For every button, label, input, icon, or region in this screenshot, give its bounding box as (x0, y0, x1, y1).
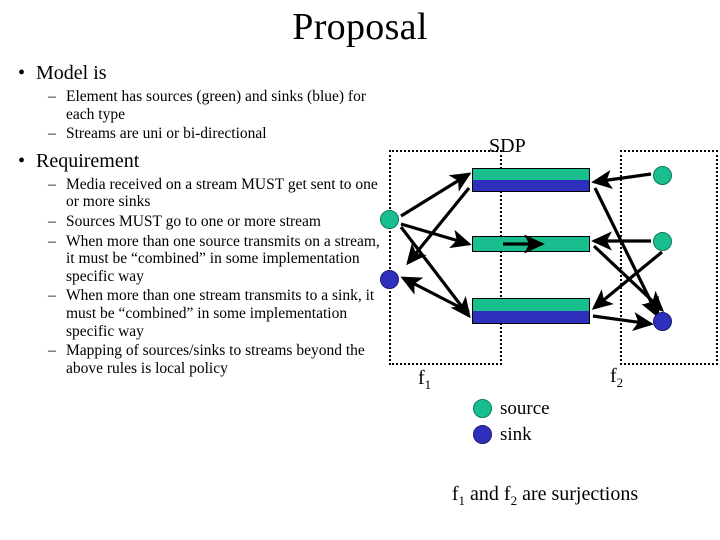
f1-label-base: f (418, 367, 425, 389)
bullet-level1-text: Model is (36, 62, 107, 84)
bullet-list: • Model is – Element has sources (green)… (8, 56, 386, 379)
bullet-level2-item: – When more than one source transmits on… (8, 233, 386, 286)
sdp-mapping-diagram: SDP f1 f2 source sink f1 and f2 are surj… (370, 126, 720, 540)
bullet-group-model: • Model is – Element has sources (green)… (8, 60, 386, 143)
legend-label-source: source (500, 398, 550, 419)
diagram-legend: source sink (470, 396, 650, 448)
dash-marker-icon: – (48, 287, 56, 305)
bullet-group-requirement: • Requirement – Media received on a stre… (8, 148, 386, 378)
right-source-node-1 (653, 166, 672, 185)
bullet-level2-text: Media received on a stream MUST get sent… (66, 175, 378, 211)
legend-row-source: source (470, 396, 650, 422)
arrow-stream-bottom-to-right-sink (592, 312, 654, 332)
bullet-level2-item: – Media received on a stream MUST get se… (8, 176, 386, 211)
sink-swatch-icon (473, 425, 492, 444)
caption-tail: are surjections (517, 483, 639, 505)
diagram-caption: f1 and f2 are surjections (370, 482, 720, 513)
bullet-marker-icon: • (18, 62, 26, 84)
arrow-stream-bottom-to-left-sink (400, 276, 470, 314)
dash-marker-icon: – (48, 342, 56, 360)
bullet-level2-text: Streams are uni or bi-directional (66, 125, 267, 143)
dash-marker-icon: – (48, 125, 56, 143)
page-title: Proposal (292, 6, 428, 48)
bullet-level2-text: When more than one source transmits on a… (66, 232, 380, 285)
legend-label-sink: sink (500, 424, 532, 445)
bullet-level2-item: – Mapping of sources/sinks to streams be… (8, 342, 386, 377)
caption-f1: f (451, 483, 459, 505)
f2-label: f2 (610, 364, 623, 395)
bullet-level2-item: – When more than one stream transmits to… (8, 287, 386, 340)
bullet-level2-item: – Sources MUST go to one or more stream (8, 213, 386, 231)
dash-marker-icon: – (48, 175, 56, 193)
bullet-level1-requirement: • Requirement (8, 148, 386, 174)
arrow-stream-top-to-left-sink (406, 186, 471, 266)
arrow-right-source1-to-stream-top (591, 170, 652, 190)
arrow-left-source-to-stream-top (400, 172, 472, 218)
bullet-level2-item: – Element has sources (green) and sinks … (8, 88, 386, 123)
bullet-level2-text: Element has sources (green) and sinks (b… (66, 88, 366, 123)
dash-marker-icon: – (48, 212, 56, 230)
bullet-level2-text: When more than one stream transmits to a… (66, 287, 375, 340)
f1-label: f1 (418, 366, 431, 397)
f1-label-sub: 1 (424, 377, 432, 392)
arrow-layer (399, 170, 665, 332)
bullet-level2-item: – Streams are uni or bi-directional (8, 125, 386, 143)
f2-label-base: f (610, 365, 617, 387)
legend-row-sink: sink (470, 422, 650, 448)
dash-marker-icon: – (48, 232, 56, 250)
bullet-level1-model: • Model is (8, 60, 386, 86)
f2-label-sub: 2 (616, 375, 624, 390)
slide-canvas: Proposal • Model is – Element has source… (0, 0, 720, 540)
right-source-node-2 (653, 232, 672, 251)
caption-middle: and f (465, 483, 511, 505)
bullet-level2-text: Mapping of sources/sinks to streams beyo… (66, 342, 365, 377)
left-sink-node (380, 270, 399, 289)
right-sink-node-1 (653, 312, 672, 331)
bullet-level1-text: Requirement (36, 149, 140, 172)
bullet-marker-icon: • (18, 149, 26, 172)
bullet-level2-text: Sources MUST go to one or more stream (66, 212, 321, 230)
dash-marker-icon: – (48, 88, 56, 105)
left-source-node (380, 210, 399, 229)
source-swatch-icon (473, 399, 492, 418)
